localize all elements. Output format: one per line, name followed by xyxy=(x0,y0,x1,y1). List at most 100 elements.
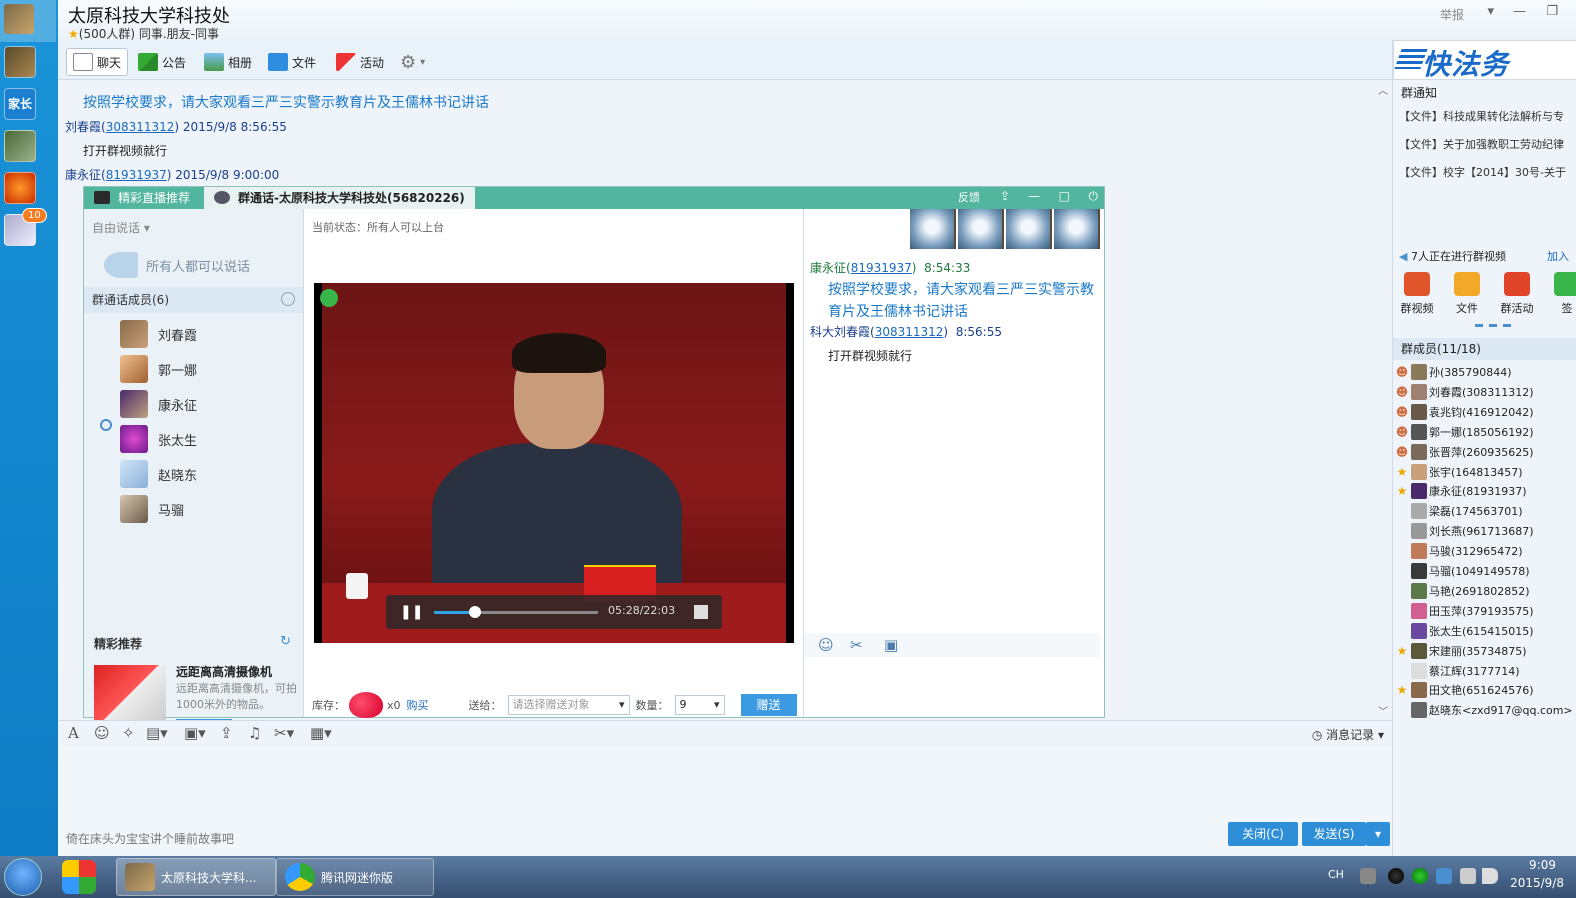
group-member[interactable]: 张太生(615415015) xyxy=(1395,621,1534,641)
emoji-icon[interactable]: ☺ xyxy=(818,636,834,654)
tab-group-call[interactable]: 群通话-太原科技大学科技处(56820226) xyxy=(204,187,475,209)
scroll-up-icon[interactable]: ︿ xyxy=(1378,82,1388,97)
crystal-ball-icon[interactable] xyxy=(958,209,1004,249)
pause-icon[interactable]: ❚❚ xyxy=(400,604,423,620)
minimize-icon[interactable]: — xyxy=(1028,189,1040,203)
qq-icon[interactable] xyxy=(1388,868,1404,884)
ad-link[interactable]: 倚在床头为宝宝讲个睡前故事吧 xyxy=(66,830,234,847)
tab-chat[interactable]: 聊天 xyxy=(66,48,129,76)
send-button[interactable]: 发送(S) xyxy=(1302,822,1366,846)
keyboard-icon[interactable] xyxy=(1360,868,1376,884)
input-language[interactable]: CH xyxy=(1328,868,1344,881)
call-member[interactable]: 张太生 xyxy=(120,424,197,454)
group-member[interactable]: 刘长燕(961713687) xyxy=(1395,521,1534,541)
font-icon[interactable]: A xyxy=(68,724,79,742)
music-icon[interactable]: ♫ xyxy=(248,724,261,742)
minimize-button[interactable]: — xyxy=(1513,4,1526,19)
maximize-icon[interactable]: □ xyxy=(1059,189,1070,203)
call-member[interactable]: 康永征 xyxy=(120,389,197,419)
message-log-button[interactable]: ◷ 消息记录 ▾ xyxy=(1312,726,1384,743)
app-group-video[interactable]: 群视频 xyxy=(1397,272,1437,316)
more-tools-icon[interactable]: ▦▾ xyxy=(310,724,332,742)
app-checkin[interactable]: 签 xyxy=(1547,272,1576,316)
crystal-ball-icon[interactable] xyxy=(1006,209,1052,249)
crystal-ball-icon[interactable] xyxy=(910,209,956,249)
start-button[interactable] xyxy=(4,858,42,896)
report-link[interactable]: 举报 xyxy=(1440,6,1464,23)
buy-link[interactable]: 购买 xyxy=(407,697,429,713)
gift-recipient-select[interactable]: 请选择赠送对象 ▾ xyxy=(507,695,630,715)
clock-date[interactable]: 2015/9/8 xyxy=(1510,876,1564,890)
tab-album[interactable]: 相册 xyxy=(198,48,258,76)
close-button[interactable]: 关闭(C) xyxy=(1228,822,1298,846)
group-member[interactable]: ★ 张宇(164813457) xyxy=(1395,462,1523,482)
session-item-4[interactable] xyxy=(4,130,36,162)
message-input[interactable]: 倚在床头为宝宝讲个睡前故事吧 关闭(C) 发送(S) ▾ xyxy=(58,746,1392,856)
shake-icon[interactable]: ✧ xyxy=(122,724,135,742)
pager-dots[interactable] xyxy=(1475,324,1515,327)
task-tencent-mini[interactable]: 腾讯网迷你版 xyxy=(276,858,434,896)
ad-banner[interactable]: 快法务 xyxy=(1393,40,1576,81)
recommend-item-title[interactable]: 远距离高清摄像机 xyxy=(176,663,272,680)
call-member[interactable]: 马骝 xyxy=(120,494,184,524)
feedback-link[interactable]: 反馈 xyxy=(958,189,980,205)
group-member[interactable]: 赵晓东<zxd917@qq.com> xyxy=(1395,700,1573,720)
emoji-icon[interactable]: ☺ xyxy=(94,724,110,742)
app-activities[interactable]: 群活动 xyxy=(1497,272,1537,316)
group-member[interactable]: 马骏(312965472) xyxy=(1395,541,1523,561)
call-member[interactable]: 赵晓东 xyxy=(120,459,197,489)
group-member[interactable]: ★ 康永征(81931937) xyxy=(1395,481,1527,501)
pinned-app-icon[interactable] xyxy=(62,860,96,894)
crystal-ball-icon[interactable] xyxy=(1054,209,1100,249)
scissors-icon[interactable]: ✂▾ xyxy=(274,724,294,742)
magic-expression-icon[interactable]: ▤▾ xyxy=(146,724,168,742)
group-member[interactable]: ☻ 孙(385790844) xyxy=(1395,362,1512,382)
pin-icon[interactable]: ⇪ xyxy=(1000,189,1010,203)
tab-files[interactable]: 文件 xyxy=(262,48,322,76)
group-member[interactable]: ☻ 张晋萍(260935625) xyxy=(1395,442,1534,462)
group-member[interactable]: 梁磊(174563701) xyxy=(1395,501,1523,521)
session-item-3[interactable]: 家长 xyxy=(4,88,36,120)
refresh-icon[interactable]: ↻ xyxy=(280,634,291,649)
add-member-icon[interactable] xyxy=(281,292,295,306)
camera-product-image[interactable] xyxy=(94,665,166,720)
chat-history[interactable]: 按照学校要求，请大家观看三严三实警示教育片及王儒林书记讲话 刘春霞(308311… xyxy=(58,80,1392,720)
group-member[interactable]: 马骝(1049149578) xyxy=(1395,561,1530,581)
app-tray-icon[interactable] xyxy=(1436,868,1452,884)
group-member[interactable]: ★ 宋建丽(35734875) xyxy=(1395,641,1527,661)
group-member[interactable]: ☻ 郭一娜(185056192) xyxy=(1395,422,1534,442)
tab-live-recommend[interactable]: 精彩直播推荐 xyxy=(84,187,200,209)
sender-id-link[interactable]: 81931937 xyxy=(106,168,167,182)
scissors-icon[interactable]: ✂ xyxy=(850,636,863,654)
group-member[interactable]: ☻ 刘春霞(308311312) xyxy=(1395,382,1534,402)
group-member[interactable]: 蔡江辉(3177714) xyxy=(1395,661,1520,681)
send-options-button[interactable]: ▾ xyxy=(1366,822,1390,846)
notice-item[interactable]: 【文件】科技成果转化法解析与专 xyxy=(1399,108,1564,124)
call-member[interactable]: 刘春霞 xyxy=(120,319,197,349)
sender-id-link[interactable]: 308311312 xyxy=(106,120,175,134)
quantity-select[interactable]: 9 ▾ xyxy=(674,695,725,715)
scroll-down-icon[interactable]: ﹀ xyxy=(1378,703,1388,718)
video-player[interactable]: ❚❚ 05:28/22:03 xyxy=(314,283,794,643)
sender-id-link[interactable]: 308311312 xyxy=(875,325,944,339)
image-icon[interactable]: ▣ xyxy=(884,636,898,654)
tab-activities[interactable]: 活动 xyxy=(330,48,390,76)
group-member[interactable]: 马艳(2691802852) xyxy=(1395,581,1530,601)
upload-icon[interactable]: ⇪ xyxy=(220,724,233,742)
join-link[interactable]: 加入 xyxy=(1547,248,1569,264)
progress-handle[interactable] xyxy=(468,606,481,618)
group-member[interactable]: ★ 田文艳(651624576) xyxy=(1395,680,1534,700)
progress-bar[interactable] xyxy=(434,606,598,618)
dropdown-arrow-icon[interactable]: ▾ xyxy=(1487,4,1494,19)
session-group-taiyuan[interactable] xyxy=(0,0,56,42)
tab-announcement[interactable]: 公告 xyxy=(132,48,192,76)
stop-icon[interactable] xyxy=(694,605,708,619)
session-item-5[interactable] xyxy=(4,172,36,204)
image-icon[interactable]: ▣▾ xyxy=(184,724,206,742)
settings-button[interactable]: ⚙ ▾ xyxy=(394,48,431,76)
network-icon[interactable] xyxy=(1460,868,1476,884)
restore-button[interactable]: ❐ xyxy=(1546,4,1558,19)
speak-mode-select[interactable]: 自由说话 ▾ xyxy=(92,219,150,236)
notice-item[interactable]: 【文件】校字【2014】30号-关于 xyxy=(1399,164,1566,180)
group-member[interactable]: ☻ 袁兆钧(416912042) xyxy=(1395,402,1534,422)
